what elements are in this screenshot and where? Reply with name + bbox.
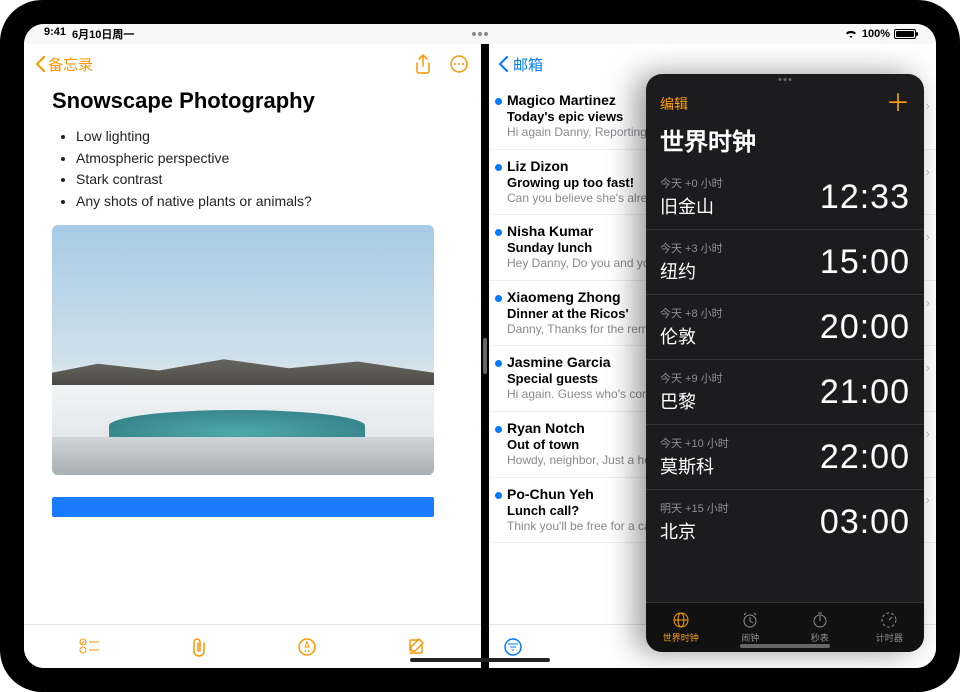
unread-dot <box>495 426 502 433</box>
world-clock-row[interactable]: 明天 +15 小时北京 03:00 <box>646 489 924 554</box>
tab-timer[interactable]: 计时器 <box>855 603 925 652</box>
note-bullet: Low lighting <box>76 126 453 148</box>
clock-time: 15:00 <box>820 243 910 282</box>
more-icon[interactable] <box>449 54 469 74</box>
screen: 9:41 6月10日周一 100% 备忘录 <box>24 24 936 668</box>
note-bullet: Atmospheric perspective <box>76 148 453 170</box>
note-bullet: Stark contrast <box>76 169 453 191</box>
chevron-right-icon: › <box>926 295 930 310</box>
compose-icon[interactable] <box>406 637 426 657</box>
battery-pct: 100% <box>862 28 890 40</box>
notes-back-button[interactable]: 备忘录 <box>36 54 93 75</box>
share-icon[interactable] <box>415 54 431 74</box>
note-second-attachment[interactable] <box>52 497 434 517</box>
note-body: Low lighting Atmospheric perspective Sta… <box>52 126 453 213</box>
split-divider[interactable] <box>481 44 489 668</box>
clock-city: 北京 <box>660 518 729 544</box>
chevron-right-icon: › <box>926 492 930 507</box>
notes-app: 备忘录 Snowscape Photography <box>24 44 481 668</box>
chevron-right-icon: › <box>926 426 930 441</box>
clock-offset: 今天 +3 小时 <box>660 240 723 256</box>
unread-dot <box>495 360 502 367</box>
clock-title: 世界时钟 <box>646 120 924 165</box>
clock-offset: 今天 +0 小时 <box>660 175 723 191</box>
notes-back-label: 备忘录 <box>48 54 93 75</box>
world-clock-row[interactable]: 今天 +9 小时巴黎 21:00 <box>646 359 924 424</box>
world-clock-list[interactable]: 今天 +0 小时旧金山 12:33 今天 +3 小时纽约 15:00 今天 +8 小时伦… <box>646 165 924 602</box>
unread-dot <box>495 229 502 236</box>
clock-city: 旧金山 <box>660 193 723 219</box>
unread-dot <box>495 98 502 105</box>
battery-icon <box>894 29 916 39</box>
multitask-dots[interactable] <box>472 32 488 36</box>
note-attached-image[interactable] <box>52 225 434 475</box>
note-bullet: Any shots of native plants or animals? <box>76 191 453 213</box>
home-indicator[interactable] <box>410 658 550 662</box>
status-date: 6月10日周一 <box>72 26 134 42</box>
chevron-right-icon: › <box>926 229 930 244</box>
world-clock-row[interactable]: 今天 +10 小时莫斯科 22:00 <box>646 424 924 489</box>
split-view: 备忘录 Snowscape Photography <box>24 44 936 668</box>
clock-time: 20:00 <box>820 308 910 347</box>
clock-offset: 今天 +8 小时 <box>660 305 723 321</box>
clock-offset: 今天 +10 小时 <box>660 435 729 451</box>
world-clock-row[interactable]: 今天 +8 小时伦敦 20:00 <box>646 294 924 359</box>
tab-world-clock[interactable]: 世界时钟 <box>646 603 716 652</box>
notes-navbar: 备忘录 <box>24 44 481 84</box>
clock-time: 03:00 <box>820 503 910 542</box>
clock-time: 22:00 <box>820 438 910 477</box>
chevron-right-icon: › <box>926 98 930 113</box>
clock-city: 巴黎 <box>660 388 723 414</box>
clock-time: 12:33 <box>820 178 910 217</box>
status-bar: 9:41 6月10日周一 100% <box>24 24 936 44</box>
slideover-handle[interactable] <box>779 78 792 81</box>
slideover-home-indicator[interactable] <box>740 644 830 648</box>
unread-dot <box>495 295 502 302</box>
filter-icon[interactable] <box>503 637 523 657</box>
note-content[interactable]: Snowscape Photography Low lighting Atmos… <box>24 84 481 624</box>
clock-city: 莫斯科 <box>660 453 729 479</box>
clock-time: 21:00 <box>820 373 910 412</box>
markup-icon[interactable] <box>297 637 317 657</box>
world-clock-row[interactable]: 今天 +3 小时纽约 15:00 <box>646 229 924 294</box>
world-clock-row[interactable]: 今天 +0 小时旧金山 12:33 <box>646 165 924 229</box>
unread-dot <box>495 492 502 499</box>
checklist-icon[interactable] <box>79 638 101 656</box>
chevron-right-icon: › <box>926 164 930 179</box>
clock-city: 纽约 <box>660 258 723 284</box>
clock-add-button[interactable]: ＋ <box>886 92 910 116</box>
mail-back-label: 邮箱 <box>513 54 543 75</box>
chevron-right-icon: › <box>926 360 930 375</box>
clock-offset: 今天 +9 小时 <box>660 370 723 386</box>
status-time: 9:41 <box>44 26 66 42</box>
unread-dot <box>495 164 502 171</box>
ipad-frame: 9:41 6月10日周一 100% 备忘录 <box>0 0 960 692</box>
wifi-icon <box>844 29 858 39</box>
clock-city: 伦敦 <box>660 323 723 349</box>
attachment-icon[interactable] <box>190 637 208 657</box>
clock-edit-button[interactable]: 编辑 <box>660 94 688 114</box>
clock-offset: 明天 +15 小时 <box>660 500 729 516</box>
note-title: Snowscape Photography <box>52 88 453 114</box>
clock-slideover[interactable]: 编辑 ＋ 世界时钟 今天 +0 小时旧金山 12:33 今天 +3 小时纽约 15:0… <box>646 74 924 652</box>
